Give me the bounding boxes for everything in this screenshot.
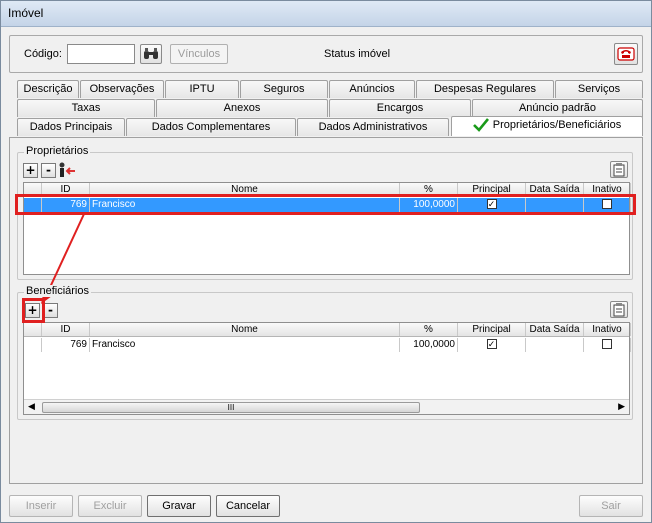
beneficiarios-group: Beneficiários + - ID Nome % Principal Da… (17, 285, 633, 420)
add-proprietario-button[interactable]: + (23, 163, 38, 178)
tab-iptu[interactable]: IPTU (165, 80, 239, 98)
col-inativo[interactable]: Inativo (584, 323, 631, 336)
tab-anuncios[interactable]: Anúncios (329, 80, 415, 98)
clipboard-icon (613, 162, 625, 176)
binoculars-icon (144, 48, 158, 59)
col-data-saida[interactable]: Data Saída (526, 323, 584, 336)
tab-seguros[interactable]: Seguros (240, 80, 328, 98)
footer-toolbar: Inserir Excluir Gravar Cancelar Sair (1, 489, 651, 522)
cell-principal: ✓ (458, 338, 526, 352)
scroll-thumb[interactable]: III (42, 402, 420, 413)
table-row[interactable]: 769 Francisco 100,0000 ✓ (24, 338, 631, 352)
export-beneficiarios-button[interactable] (610, 301, 628, 318)
col-principal[interactable]: Principal (458, 323, 526, 336)
row-indicator-header (24, 323, 42, 336)
remove-beneficiario-button[interactable]: - (43, 303, 58, 318)
scroll-left-icon[interactable]: ◀ (28, 401, 35, 412)
proprietarios-group: Proprietários + - ID Nome % Principal Da… (17, 145, 633, 280)
cell-data-saida (526, 338, 584, 352)
tab-taxas[interactable]: Taxas (17, 99, 155, 117)
tab-label: Proprietários/Beneficiários (492, 119, 622, 131)
row-indicator (24, 338, 42, 352)
sair-button[interactable]: Sair (579, 495, 643, 517)
tab-anuncio-padrao[interactable]: Anúncio padrão (472, 99, 643, 117)
cell-nome: Francisco (90, 338, 400, 352)
tab-strip: Descrição Observações IPTU Seguros Anúnc… (15, 79, 645, 137)
horizontal-scrollbar[interactable]: ◀ III ▶ (24, 399, 629, 414)
tab-servicos[interactable]: Serviços (555, 80, 643, 98)
beneficiarios-grid: ID Nome % Principal Data Saída Inativo 7… (23, 322, 631, 415)
col-percent[interactable]: % (400, 323, 458, 336)
telephone-icon (617, 47, 635, 61)
tab-dados-administrativos[interactable]: Dados Administrativos (297, 118, 449, 136)
codigo-input[interactable] (67, 44, 135, 64)
cell-inativo (584, 338, 631, 352)
annotation-highlight-add (22, 298, 45, 323)
proprietarios-title: Proprietários (24, 145, 91, 157)
export-proprietarios-button[interactable] (610, 161, 628, 178)
header-panel: Código: Vínculos Status imóvel (9, 35, 643, 73)
check-icon (472, 118, 489, 133)
tab-despesas-regulares[interactable]: Despesas Regulares (416, 80, 554, 98)
imovel-window: Imóvel Código: Vínculos Status imóvel De… (0, 0, 652, 523)
tab-proprietarios-beneficiarios[interactable]: Proprietários/Beneficiários (451, 116, 643, 136)
codigo-label: Código: (24, 48, 62, 60)
inativo-checkbox[interactable] (602, 339, 612, 350)
tab-dados-complementares[interactable]: Dados Complementares (126, 118, 296, 136)
cell-percent: 100,0000 (400, 338, 458, 352)
beneficiarios-grid-header: ID Nome % Principal Data Saída Inativo (24, 323, 631, 337)
principal-checkbox[interactable]: ✓ (486, 339, 497, 350)
remove-proprietario-button[interactable]: - (41, 163, 56, 178)
clipboard-icon (613, 302, 625, 316)
beneficiarios-title: Beneficiários (24, 285, 91, 297)
gravar-button[interactable]: Gravar (147, 495, 211, 517)
annotation-highlight-row (15, 194, 636, 215)
tab-encargos[interactable]: Encargos (329, 99, 471, 117)
window-titlebar: Imóvel (1, 1, 651, 27)
status-label: Status imóvel (324, 48, 391, 60)
cancelar-button[interactable]: Cancelar (216, 495, 280, 517)
phone-button[interactable] (614, 43, 638, 65)
scroll-right-icon[interactable]: ▶ (618, 401, 625, 412)
window-title: Imóvel (8, 6, 44, 20)
tab-observacoes[interactable]: Observações (80, 80, 164, 98)
tab-dados-principais[interactable]: Dados Principais (17, 118, 125, 136)
tab-content: Proprietários + - ID Nome % Principal Da… (9, 137, 643, 484)
person-arrow-icon (59, 162, 75, 177)
tab-descricao[interactable]: Descrição (17, 80, 79, 98)
col-nome[interactable]: Nome (90, 323, 400, 336)
person-transfer-button[interactable] (58, 162, 76, 179)
tab-anexos[interactable]: Anexos (156, 99, 328, 117)
vinculos-button[interactable]: Vínculos (170, 44, 228, 64)
cell-id: 769 (42, 338, 90, 352)
inserir-button[interactable]: Inserir (9, 495, 73, 517)
search-button[interactable] (140, 44, 162, 64)
col-id[interactable]: ID (42, 323, 90, 336)
excluir-button[interactable]: Excluir (78, 495, 142, 517)
